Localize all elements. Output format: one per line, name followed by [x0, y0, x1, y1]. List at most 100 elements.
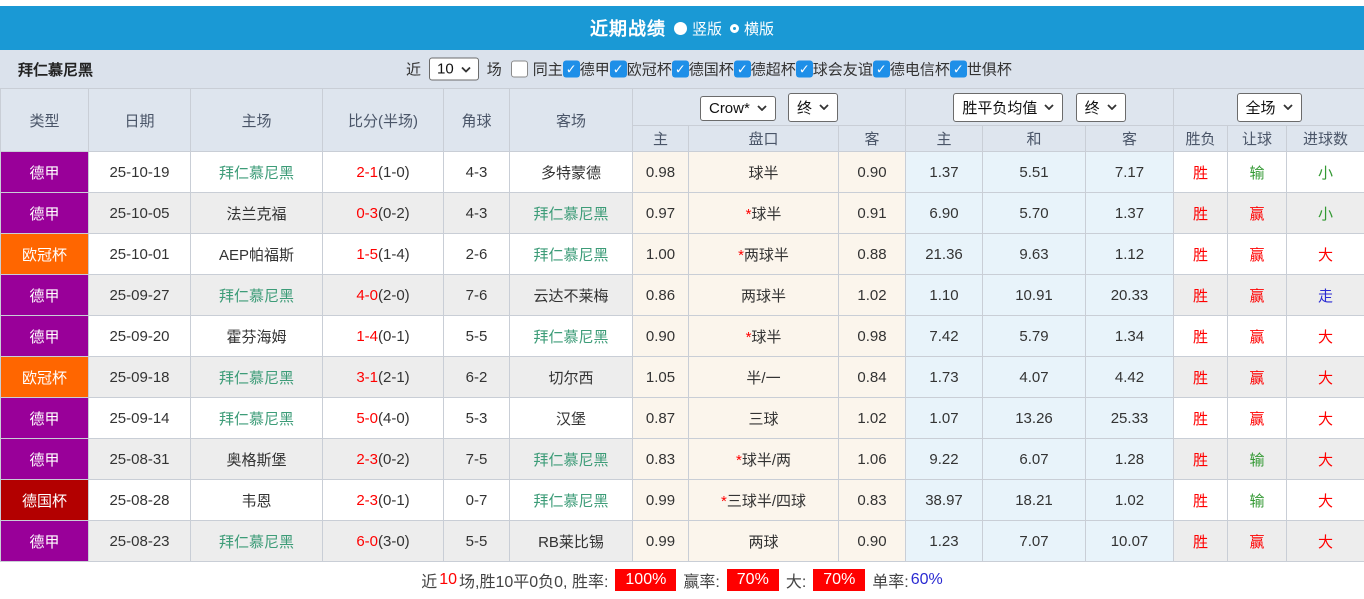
league-filter-5[interactable]: ✓球会友谊 [796, 59, 873, 80]
filter-controls: 近 10 场 同主 ✓德甲✓欧冠杯✓德国杯✓德超杯✓球会友谊✓德电信杯✓世俱杯 [402, 58, 1012, 81]
avg-select[interactable]: 胜平负均值 [953, 93, 1063, 122]
euro-draw-odds-cell: 10.91 [983, 275, 1086, 316]
date-cell: 25-08-23 [89, 521, 191, 562]
euro-home-odds-cell: 1.37 [906, 152, 983, 193]
league-filter-label: 德国杯 [689, 59, 734, 80]
checkbox-checked-icon[interactable]: ✓ [796, 61, 813, 78]
odds-time-select[interactable]: 终 [788, 93, 838, 122]
checkbox-checked-icon[interactable]: ✓ [672, 61, 689, 78]
league-badge-cell: 德甲 [1, 439, 89, 480]
league-filter-6[interactable]: ✓德电信杯 [873, 59, 950, 80]
home-team-cell: 韦恩 [191, 480, 323, 521]
goals-result-cell: 大 [1287, 439, 1364, 480]
avg-value: 胜平负均值 [962, 97, 1037, 118]
euro-draw-odds-cell: 5.51 [983, 152, 1086, 193]
let-goal-result-cell: 赢 [1228, 193, 1287, 234]
away-team-cell: 云达不莱梅 [510, 275, 633, 316]
handicap-away-odds-cell: 0.91 [839, 193, 906, 234]
away-team-cell: 拜仁慕尼黑 [510, 480, 633, 521]
same-home-label: 同主 [533, 59, 563, 80]
layout-radio-horizontal[interactable]: 横版 [730, 18, 774, 39]
scope-select[interactable]: 全场 [1237, 93, 1302, 122]
league-filter-2[interactable]: ✓欧冠杯 [610, 59, 672, 80]
handicap-home-odds-cell: 1.00 [633, 234, 689, 275]
let-goal-result-cell: 赢 [1228, 398, 1287, 439]
date-cell: 25-10-05 [89, 193, 191, 234]
handicap-line-cell: *球半/两 [689, 439, 839, 480]
result-cell: 胜 [1174, 357, 1228, 398]
away-team-cell: 拜仁慕尼黑 [510, 316, 633, 357]
handicap-away-odds-cell: 0.88 [839, 234, 906, 275]
checkbox-checked-icon[interactable]: ✓ [734, 61, 751, 78]
handicap-line-cell: *球半 [689, 193, 839, 234]
let-goal-result-cell: 赢 [1228, 316, 1287, 357]
league-filter-3[interactable]: ✓德国杯 [672, 59, 734, 80]
handicap-away-odds-cell: 1.02 [839, 398, 906, 439]
radio-horizontal-label: 横版 [744, 18, 774, 39]
handicap-line-cell: 两球半 [689, 275, 839, 316]
league-filter-7[interactable]: ✓世俱杯 [950, 59, 1012, 80]
euro-draw-odds-cell: 7.07 [983, 521, 1086, 562]
checkbox-checked-icon[interactable]: ✓ [873, 61, 890, 78]
odds-company-select[interactable]: Crow* [700, 96, 776, 121]
goals-result-cell: 走 [1287, 275, 1364, 316]
handicap-away-odds-cell: 0.90 [839, 521, 906, 562]
euro-draw-odds-cell: 5.79 [983, 316, 1086, 357]
corner-cell: 7-5 [444, 439, 510, 480]
handicap-away-odds-cell: 1.02 [839, 275, 906, 316]
league-filter-label: 德甲 [580, 59, 610, 80]
date-cell: 25-08-31 [89, 439, 191, 480]
handicap-line-cell: 三球 [689, 398, 839, 439]
score-cell: 1-5(1-4) [323, 234, 444, 275]
radio-selected-icon [674, 22, 687, 35]
page-title: 近期战绩 [590, 15, 666, 41]
league-filter-4[interactable]: ✓德超杯 [734, 59, 796, 80]
corner-cell: 4-3 [444, 193, 510, 234]
col-header-corner: 角球 [444, 89, 510, 152]
goals-result-cell: 大 [1287, 357, 1364, 398]
date-cell: 25-10-19 [89, 152, 191, 193]
euro-draw-odds-cell: 6.07 [983, 439, 1086, 480]
let-goal-result-cell: 赢 [1228, 521, 1287, 562]
league-badge-cell: 德甲 [1, 152, 89, 193]
result-cell: 胜 [1174, 316, 1228, 357]
layout-radio-vertical[interactable]: 竖版 [674, 18, 722, 39]
away-team-cell: 拜仁慕尼黑 [510, 439, 633, 480]
avg-time-select[interactable]: 终 [1076, 93, 1126, 122]
corner-cell: 2-6 [444, 234, 510, 275]
league-filter-1[interactable]: ✓德甲 [563, 59, 610, 80]
goals-result-cell: 小 [1287, 152, 1364, 193]
checkbox-checked-icon[interactable]: ✓ [950, 61, 967, 78]
euro-away-odds-cell: 1.28 [1086, 439, 1174, 480]
table-row: 德甲25-09-27拜仁慕尼黑4-0(2-0)7-6云达不莱梅0.86两球半1.… [1, 275, 1364, 316]
summary-bar: 近10场,胜10平0负0, 胜率: 100% 赢率: 70% 大: 70% 单率… [0, 562, 1364, 597]
scope-value: 全场 [1246, 97, 1276, 118]
avg-select-group: 胜平负均值 终 [906, 89, 1174, 126]
result-cell: 胜 [1174, 480, 1228, 521]
let-goal-result-cell: 赢 [1228, 357, 1287, 398]
handicap-home-odds-cell: 0.90 [633, 316, 689, 357]
euro-home-odds-cell: 6.90 [906, 193, 983, 234]
checkbox-checked-icon[interactable]: ✓ [610, 61, 627, 78]
away-team-cell: 汉堡 [510, 398, 633, 439]
handicap-home-odds-cell: 0.83 [633, 439, 689, 480]
handicap-line-cell: 球半 [689, 152, 839, 193]
same-home-checkbox[interactable] [511, 61, 528, 78]
score-cell: 4-0(2-0) [323, 275, 444, 316]
handicap-home-odds-cell: 1.05 [633, 357, 689, 398]
checkbox-checked-icon[interactable]: ✓ [563, 61, 580, 78]
col-header-euro-draw: 和 [983, 126, 1086, 152]
league-badge-cell: 德甲 [1, 193, 89, 234]
goals-result-cell: 大 [1287, 480, 1364, 521]
score-cell: 2-1(1-0) [323, 152, 444, 193]
home-team-cell: 拜仁慕尼黑 [191, 357, 323, 398]
score-cell: 2-3(0-2) [323, 439, 444, 480]
handicap-away-odds-cell: 0.90 [839, 152, 906, 193]
recent-count-select[interactable]: 10 [429, 58, 479, 81]
euro-home-odds-cell: 1.23 [906, 521, 983, 562]
handicap-home-odds-cell: 0.87 [633, 398, 689, 439]
odds-time-value: 终 [797, 97, 812, 118]
date-cell: 25-09-18 [89, 357, 191, 398]
score-cell: 6-0(3-0) [323, 521, 444, 562]
col-header-type: 类型 [1, 89, 89, 152]
